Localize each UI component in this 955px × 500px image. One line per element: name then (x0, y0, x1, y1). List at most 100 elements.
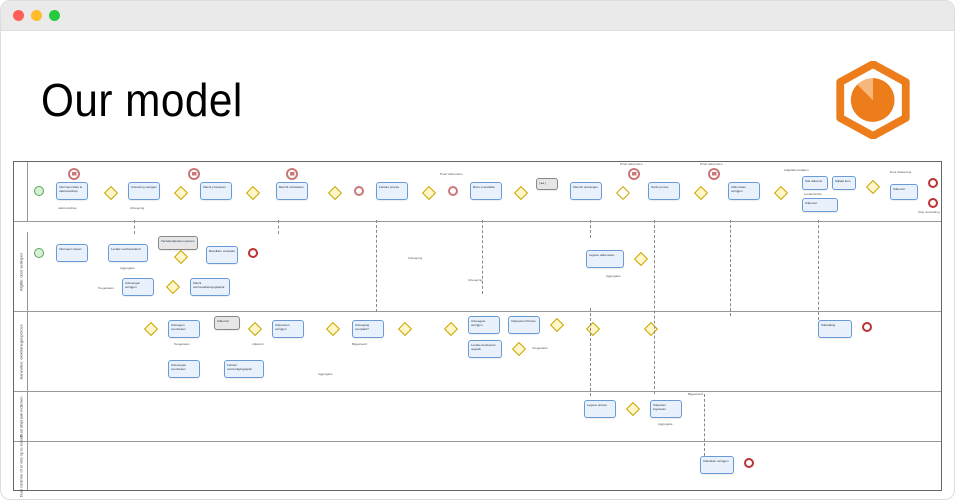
task-location-prep[interactable]: Locatie voorbereidend (108, 244, 148, 262)
task-outquotes-in[interactable]: Uitquoten ingezeten (650, 400, 682, 418)
task-bons-suggest[interactable]: Bons voorstellen (470, 182, 502, 200)
page-title: Our model (41, 73, 243, 127)
message-flow (134, 220, 135, 234)
task-client-trust[interactable]: Klacnt vertrouwdiensgsgsapsk (190, 278, 230, 296)
flow-label: Duur afrekening (890, 170, 911, 174)
gateway[interactable] (514, 186, 528, 200)
task-output-suggest-2[interactable]: Uitvoengen voorsteken (168, 360, 200, 378)
task-invoice-process[interactable]: Factuur proces (376, 182, 408, 200)
lane-2-label: Aanvullen: elektranegenproces (14, 312, 28, 391)
end-event[interactable] (862, 322, 872, 332)
message-catch-event[interactable] (708, 168, 720, 180)
task-execute-get[interactable]: Uitvoengen verrijgen (122, 278, 154, 296)
gateway[interactable] (586, 322, 600, 336)
task-outadd-get[interactable]: Uitvoegete verrijgen (468, 316, 500, 334)
task-issue-check[interactable]: Uitvoeging voorpaks? (352, 320, 384, 338)
task-receive[interactable]: Klersch ontvangen (570, 182, 602, 200)
message-flow (278, 220, 279, 234)
task-legend-outcomes[interactable]: Legene uitkomsten (586, 250, 624, 268)
end-event[interactable] (928, 178, 938, 188)
gateway[interactable] (866, 180, 880, 194)
start-event[interactable] (34, 186, 44, 196)
intermediate-event[interactable] (448, 186, 458, 196)
gateway[interactable] (144, 322, 158, 336)
gateway[interactable] (326, 322, 340, 336)
gateway[interactable] (634, 252, 648, 266)
task-outcook-get[interactable]: Uitkokken verrijgen (700, 456, 734, 474)
gateway[interactable] (512, 342, 526, 356)
gateway[interactable] (104, 186, 118, 200)
task-location-through[interactable]: Locatie doorkomst opgedk (468, 340, 502, 358)
slide-header: Our model (1, 31, 954, 151)
task-message-distribute[interactable]: Bericht verkavelen (276, 182, 308, 200)
gateway[interactable] (694, 186, 708, 200)
gateway[interactable] (398, 322, 412, 336)
gateway[interactable] (246, 186, 260, 200)
message-flow (730, 220, 731, 316)
maximize-dot[interactable] (49, 10, 60, 21)
task-outquote[interactable]: Uitquooton verrijgen (272, 320, 304, 338)
event-gateway[interactable] (616, 186, 630, 200)
flow-label: Adaptatie bekijken (784, 168, 809, 172)
bpmn-diagram[interactable]: Informeer klant & vakmanschap vakmanscha… (13, 161, 942, 491)
flow-label: Proef uitkomsten (700, 162, 723, 166)
end-event[interactable] (248, 248, 258, 258)
flow-label: Toegestaan (532, 346, 548, 350)
task-invoice-send[interactable]: Factuur verzendigingsapsk (224, 360, 264, 378)
gateway[interactable] (248, 322, 262, 336)
task-client-process[interactable]: Klacnt processen (200, 182, 232, 200)
collapsed-subprocess-insurer[interactable]: Verzekeraposten openen (158, 236, 198, 250)
task-style-item[interactable]: Stijlaat item (832, 176, 856, 190)
collapsed-subprocess[interactable]: Uitkomst (214, 316, 240, 330)
lane-3-label: Dual afspraak indienen (14, 392, 28, 441)
gateway[interactable] (166, 280, 180, 294)
start-event[interactable] (34, 248, 44, 258)
message-flow (376, 220, 377, 312)
lane-1-label: Afgifte: door verkoper (14, 232, 28, 311)
close-dot[interactable] (13, 10, 24, 21)
message-flow (590, 308, 591, 396)
task-execute[interactable]: Uitvoering verrijgen (128, 182, 160, 200)
flow-label: Locatorischle (804, 192, 822, 196)
task-set-outcome[interactable]: Stel uitkomst (802, 176, 828, 190)
lane-4-content: Uitkokken verrijgen (28, 442, 941, 490)
message-catch-event[interactable] (68, 168, 80, 180)
gateway[interactable] (422, 186, 436, 200)
task-output-suggest[interactable]: Uitvoegen voorsteken (168, 320, 200, 338)
end-event-stop[interactable] (928, 198, 938, 208)
task-populate[interactable]: Bevolklen voorpaks (206, 246, 238, 264)
gateway[interactable] (774, 186, 788, 200)
message-catch-event[interactable] (188, 168, 200, 180)
task-payout[interactable]: Uitbetaling (818, 320, 852, 338)
gateway[interactable] (444, 322, 458, 336)
gateway[interactable] (550, 318, 564, 332)
task-outcome-lower[interactable]: Uitkomst (802, 198, 838, 212)
brand-logo (832, 59, 914, 141)
task-inform-client[interactable]: Informeer klant & vakmanschap (56, 182, 88, 200)
gateway[interactable] (328, 186, 342, 200)
flow-label: Adjacent (252, 342, 264, 346)
message-catch-event[interactable] (628, 168, 640, 180)
flow-label: Uitvoeping (130, 206, 144, 210)
lane-4: Dual controle of er iets op te lossen Ui… (14, 442, 941, 490)
gateway[interactable] (174, 186, 188, 200)
gateway[interactable] (174, 250, 188, 264)
collapsed-subprocess[interactable]: [ aa ] (536, 178, 558, 190)
task-outquote-proc[interactable]: Uitquooton Proces (508, 316, 540, 334)
flow-label: Uitvoeping (408, 256, 422, 260)
minimize-dot[interactable] (31, 10, 42, 21)
end-event[interactable] (744, 458, 754, 468)
task-final-outcome[interactable]: Uitkomst (890, 184, 918, 200)
gateway[interactable] (626, 402, 640, 416)
flow-label: Bijgestoerd (352, 342, 367, 346)
task-outcomes[interactable]: Uitkomsten verrijgen (728, 182, 760, 200)
gateway[interactable] (644, 322, 658, 336)
intermediate-event[interactable] (354, 186, 364, 196)
flow-label: Bijgestoerd (688, 392, 703, 396)
lane-1: Afgifte: door verkoper Informeer uitvoer… (14, 232, 941, 312)
message-flow (704, 394, 705, 456)
task-inform-output[interactable]: Informeer uitvoer (56, 244, 88, 262)
message-catch-event[interactable] (286, 168, 298, 180)
task-sort-process[interactable]: Sortis proces (648, 182, 680, 200)
task-legend-proc[interactable]: Legene proces (584, 400, 616, 418)
